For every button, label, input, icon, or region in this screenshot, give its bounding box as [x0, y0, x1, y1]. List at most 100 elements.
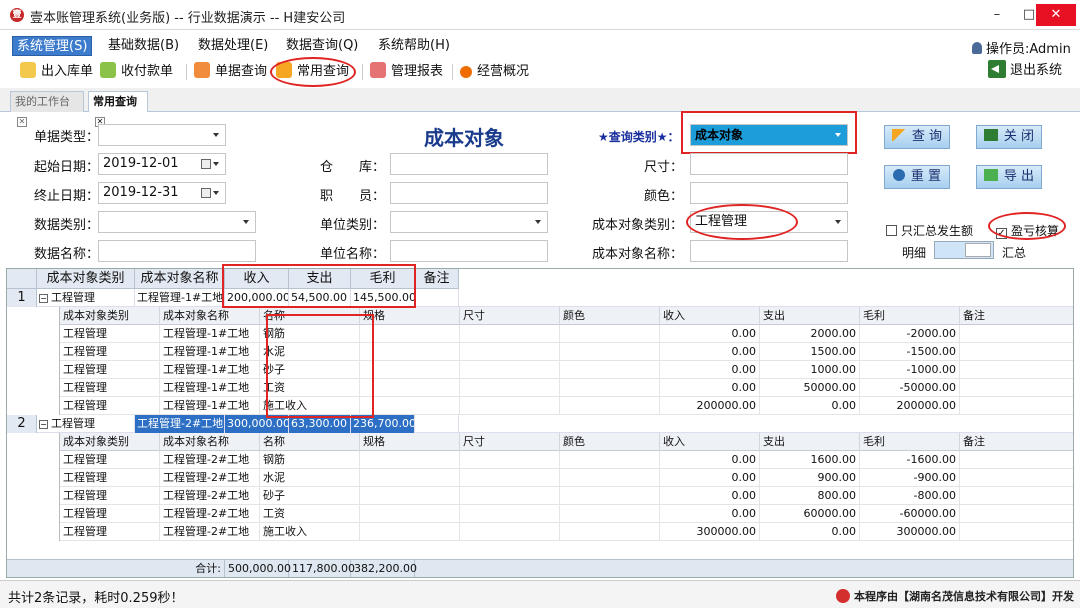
tab-common-query[interactable]: 常用查询✕	[88, 91, 148, 127]
detail-cell[interactable]: 工程管理-2#工地	[160, 469, 260, 487]
detail-col-header[interactable]: 名称	[260, 433, 360, 451]
detail-row[interactable]: 工程管理 工程管理-2#工地 砂子 0.00 800.00 -800.00	[60, 487, 1073, 505]
detail-cell[interactable]	[360, 523, 460, 541]
detail-cell[interactable]: 工程管理-2#工地	[160, 487, 260, 505]
detail-cell[interactable]: -900.00	[860, 469, 960, 487]
detail-cell[interactable]: 工程管理	[60, 469, 160, 487]
detail-row[interactable]: 工程管理 工程管理-1#工地 钢筋 0.00 2000.00 -2000.00	[60, 325, 1073, 343]
detail-cell[interactable]: -800.00	[860, 487, 960, 505]
detail-cell[interactable]	[960, 487, 1073, 505]
detail-cell[interactable]: 60000.00	[760, 505, 860, 523]
detail-row[interactable]: 工程管理 工程管理-2#工地 施工收入 300000.00 0.00 300000.00	[60, 523, 1073, 541]
detail-cell[interactable]: 1000.00	[760, 361, 860, 379]
tab-workbench[interactable]: 我的工作台✕	[10, 91, 84, 127]
cell-remark[interactable]	[415, 289, 459, 307]
start-date-field[interactable]: 2019-12-01	[98, 153, 226, 175]
detail-row[interactable]: 工程管理 工程管理-1#工地 工资 0.00 50000.00 -50000.00	[60, 379, 1073, 397]
detail-col-header[interactable]: 毛利	[860, 433, 960, 451]
detail-cell[interactable]	[960, 343, 1073, 361]
detail-cell[interactable]: 工程管理	[60, 487, 160, 505]
detail-cell[interactable]: 工程管理	[60, 343, 160, 361]
detail-col-header[interactable]: 支出	[760, 307, 860, 325]
detail-cell[interactable]	[960, 379, 1073, 397]
detail-cell[interactable]: 0.00	[660, 451, 760, 469]
detail-col-header[interactable]: 尺寸	[460, 433, 560, 451]
detail-cell[interactable]: 工程管理	[60, 523, 160, 541]
cell-category[interactable]: − 工程管理	[37, 415, 135, 433]
detail-col-header[interactable]: 成本对象名称	[160, 433, 260, 451]
close-tab-icon[interactable]: ✕	[17, 117, 27, 127]
detail-cell[interactable]: -1600.00	[860, 451, 960, 469]
exit-button[interactable]: 退出系统	[988, 60, 1062, 82]
detail-cell[interactable]	[460, 487, 560, 505]
detail-cell[interactable]	[460, 469, 560, 487]
detail-cell[interactable]: -50000.00	[860, 379, 960, 397]
detail-cell[interactable]: 200000.00	[860, 397, 960, 415]
menu-basic-data[interactable]: 基础数据(B)	[104, 36, 183, 56]
detail-cell[interactable]: 2000.00	[760, 325, 860, 343]
detail-cell[interactable]	[360, 469, 460, 487]
detail-cell[interactable]: 0.00	[660, 343, 760, 361]
detail-cell[interactable]: 0.00	[660, 379, 760, 397]
detail-cell[interactable]	[960, 505, 1073, 523]
detail-row[interactable]: 工程管理 工程管理-2#工地 钢筋 0.00 1600.00 -1600.00	[60, 451, 1073, 469]
detail-row[interactable]: 工程管理 工程管理-1#工地 水泥 0.00 1500.00 -1500.00	[60, 343, 1073, 361]
detail-col-header[interactable]: 成本对象名称	[160, 307, 260, 325]
reset-button[interactable]: 重 置	[884, 165, 950, 189]
data-name-input[interactable]	[98, 240, 256, 262]
cell-category[interactable]: − 工程管理	[37, 289, 135, 307]
detail-cell[interactable]: 工程管理	[60, 361, 160, 379]
detail-col-header[interactable]: 支出	[760, 433, 860, 451]
detail-cell[interactable]: -1500.00	[860, 343, 960, 361]
collapse-icon[interactable]: −	[39, 420, 48, 429]
detail-cell[interactable]	[960, 325, 1073, 343]
detail-cell[interactable]	[560, 523, 660, 541]
detail-col-header[interactable]: 收入	[660, 433, 760, 451]
detail-cell[interactable]: 0.00	[760, 523, 860, 541]
doc-query-button[interactable]: 单据查询	[194, 61, 267, 83]
detail-cell[interactable]: 0.00	[660, 505, 760, 523]
detail-row[interactable]: 工程管理 工程管理-1#工地 施工收入 200000.00 0.00 200000.00	[60, 397, 1073, 415]
detail-col-header[interactable]: 尺寸	[460, 307, 560, 325]
detail-cell[interactable]: -60000.00	[860, 505, 960, 523]
toggle-knob[interactable]	[965, 243, 991, 257]
detail-cell[interactable]: 0.00	[660, 469, 760, 487]
detail-cell[interactable]: 砂子	[260, 487, 360, 505]
detail-cell[interactable]: 50000.00	[760, 379, 860, 397]
cell-name[interactable]: 工程管理-2#工地	[135, 415, 225, 433]
menu-help[interactable]: 系统帮助(H)	[374, 36, 454, 56]
detail-cell[interactable]: 工程管理	[60, 397, 160, 415]
col-header-name[interactable]: 成本对象名称	[135, 269, 225, 289]
close-button[interactable]: 关 闭	[976, 125, 1042, 149]
detail-cell[interactable]: 工程管理-1#工地	[160, 379, 260, 397]
detail-cell[interactable]: 工程管理-1#工地	[160, 325, 260, 343]
detail-cell[interactable]	[560, 343, 660, 361]
detail-cell[interactable]	[360, 343, 460, 361]
detail-cell[interactable]: 水泥	[260, 469, 360, 487]
size-input[interactable]	[690, 153, 848, 175]
detail-cell[interactable]	[960, 523, 1073, 541]
table-row[interactable]: 2− 工程管理 工程管理-2#工地 300,000.00 63,300.00 236,70…	[7, 415, 1073, 433]
doc-type-select[interactable]	[98, 124, 226, 146]
detail-cell[interactable]	[360, 451, 460, 469]
detail-cell[interactable]: 300000.00	[860, 523, 960, 541]
detail-cell[interactable]: 工程管理-1#工地	[160, 361, 260, 379]
detail-row[interactable]: 工程管理 工程管理-2#工地 工资 0.00 60000.00 -60000.00	[60, 505, 1073, 523]
detail-cell[interactable]	[460, 379, 560, 397]
detail-cell[interactable]	[560, 487, 660, 505]
detail-cell[interactable]: 钢筋	[260, 451, 360, 469]
detail-cell[interactable]	[360, 505, 460, 523]
unit-category-select[interactable]	[390, 211, 548, 233]
detail-col-header[interactable]: 规格	[360, 307, 460, 325]
detail-col-header[interactable]: 颜色	[560, 433, 660, 451]
detail-cell[interactable]: 1600.00	[760, 451, 860, 469]
overview-button[interactable]: 经营概况	[460, 61, 529, 83]
detail-col-header[interactable]: 成本对象类别	[60, 433, 160, 451]
cost-object-name-input[interactable]	[690, 240, 848, 262]
detail-cell[interactable]: 工程管理	[60, 451, 160, 469]
detail-cell[interactable]: 0.00	[760, 397, 860, 415]
staff-input[interactable]	[390, 182, 548, 204]
detail-cell[interactable]: 0.00	[660, 487, 760, 505]
detail-col-header[interactable]: 成本对象类别	[60, 307, 160, 325]
report-button[interactable]: 管理报表	[370, 61, 443, 83]
